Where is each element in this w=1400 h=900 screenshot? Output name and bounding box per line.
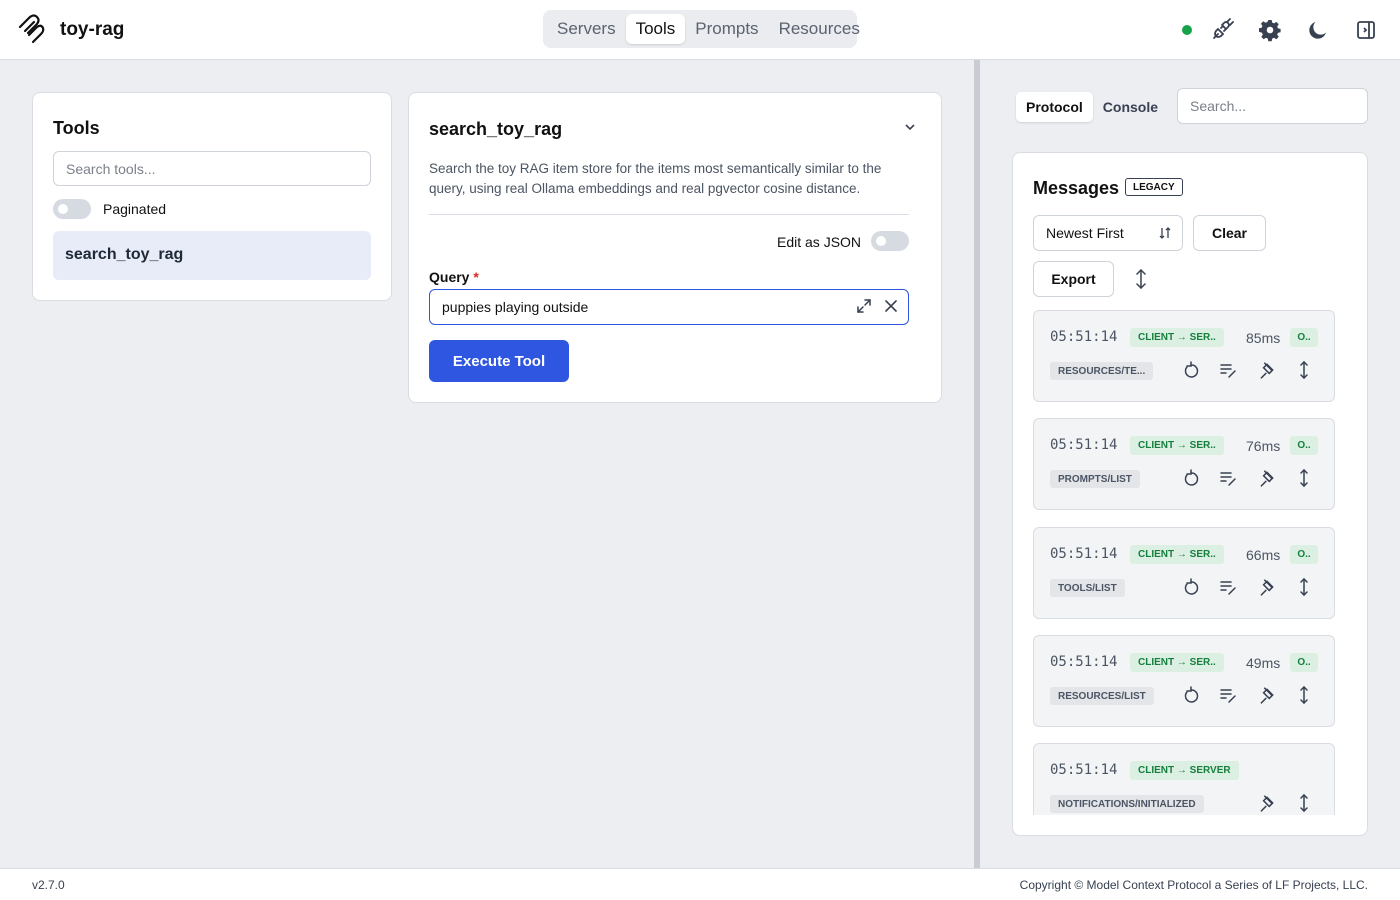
- app-title: toy-rag: [60, 19, 125, 40]
- tools-panel-title: Tools: [53, 118, 100, 138]
- message-time: 05:51:14: [1050, 329, 1118, 345]
- history-search-input[interactable]: Search...: [1177, 88, 1368, 124]
- message-item[interactable]: 05:51:14 CLIENT → SER.. 66ms O.. TOOLS/LIST: [1033, 527, 1335, 619]
- tools-panel: Tools Search tools... Paginated search_t…: [32, 92, 392, 301]
- status-badge: O..: [1290, 545, 1318, 564]
- moon-icon[interactable]: [1306, 18, 1330, 42]
- footer: v2.7.0 Copyright © Model Context Protoco…: [0, 868, 1400, 900]
- message-item[interactable]: 05:51:14 CLIENT → SER.. 49ms O.. RESOURCES/L…: [1033, 635, 1335, 727]
- pin-icon[interactable]: [1258, 361, 1276, 379]
- edit-request-icon[interactable]: [1219, 469, 1237, 487]
- message-duration: 66ms: [1246, 547, 1281, 563]
- plug-icon[interactable]: [1210, 18, 1234, 42]
- expand-message-icon[interactable]: [1295, 469, 1313, 487]
- version-label: v2.7.0: [32, 878, 65, 892]
- top-header: toy-rag Servers Tools Prompts Resources: [0, 0, 1400, 60]
- legacy-badge: LEGACY: [1125, 178, 1183, 196]
- execute-tool-button[interactable]: Execute Tool: [429, 340, 569, 382]
- pin-icon[interactable]: [1258, 578, 1276, 596]
- replay-icon[interactable]: [1181, 686, 1199, 704]
- query-label: Query *: [429, 269, 479, 285]
- method-badge: RESOURCES/TE...: [1050, 362, 1154, 380]
- clear-button[interactable]: Clear: [1193, 215, 1266, 251]
- message-item[interactable]: 05:51:14 CLIENT → SERVER NOTIFICATIONS/INI…: [1033, 743, 1335, 815]
- message-time: 05:51:14: [1050, 546, 1118, 562]
- direction-badge: CLIENT → SER..: [1130, 436, 1224, 455]
- method-badge: TOOLS/LIST: [1050, 579, 1125, 597]
- connection-status-dot: [1182, 25, 1192, 35]
- edit-json-label: Edit as JSON: [777, 234, 862, 250]
- required-marker: *: [473, 269, 479, 285]
- export-button[interactable]: Export: [1033, 261, 1114, 297]
- sort-icon: [1159, 227, 1171, 239]
- main-nav: Servers Tools Prompts Resources: [543, 10, 860, 48]
- clear-input-icon[interactable]: [883, 298, 899, 314]
- message-time: 05:51:14: [1050, 437, 1118, 453]
- message-duration: 85ms: [1246, 330, 1281, 346]
- copyright-text: Copyright © Model Context Protocol a Ser…: [1019, 878, 1368, 892]
- expand-message-icon[interactable]: [1295, 361, 1313, 379]
- expand-icon[interactable]: [856, 298, 872, 314]
- query-label-text: Query: [429, 269, 470, 285]
- edit-json-toggle[interactable]: [871, 231, 909, 251]
- message-item[interactable]: 05:51:14 CLIENT → SER.. 85ms O.. RESOURCES/T…: [1033, 310, 1335, 402]
- paginated-label: Paginated: [103, 201, 167, 217]
- message-time: 05:51:14: [1050, 762, 1118, 778]
- tab-servers[interactable]: Servers: [547, 14, 626, 44]
- message-item[interactable]: 05:51:14 CLIENT → SER.. 76ms O.. PROMPTS/LIS…: [1033, 418, 1335, 510]
- messages-title: Messages: [1033, 178, 1120, 198]
- method-badge: RESOURCES/LIST: [1050, 687, 1154, 705]
- tool-detail-panel: search_toy_rag Search the toy RAG item s…: [408, 92, 942, 403]
- direction-badge: CLIENT → SER..: [1130, 653, 1224, 672]
- history-tabs: Protocol Console: [1014, 90, 1169, 124]
- direction-badge: CLIENT → SER..: [1130, 545, 1224, 564]
- panel-toggle-icon[interactable]: [1354, 18, 1378, 42]
- method-badge: NOTIFICATIONS/INITIALIZED: [1050, 795, 1204, 813]
- pin-icon[interactable]: [1258, 469, 1276, 487]
- chevron-down-icon[interactable]: [904, 121, 916, 133]
- edit-request-icon[interactable]: [1219, 361, 1237, 379]
- tool-name-heading: search_toy_rag: [429, 119, 563, 139]
- tab-console[interactable]: Console: [1093, 92, 1168, 122]
- tab-protocol[interactable]: Protocol: [1016, 92, 1093, 122]
- replay-icon[interactable]: [1181, 361, 1199, 379]
- replay-icon[interactable]: [1181, 469, 1199, 487]
- status-badge: O..: [1290, 436, 1318, 455]
- direction-badge: CLIENT → SERVER: [1130, 761, 1239, 780]
- tab-tools[interactable]: Tools: [625, 14, 686, 44]
- message-duration: 76ms: [1246, 438, 1281, 454]
- paginated-toggle[interactable]: [53, 199, 91, 219]
- mcp-logo-icon: [18, 14, 45, 44]
- expand-all-icon[interactable]: [1134, 268, 1148, 290]
- pin-icon[interactable]: [1258, 794, 1276, 812]
- tool-description: Search the toy RAG item store for the it…: [429, 161, 882, 196]
- expand-message-icon[interactable]: [1295, 578, 1313, 596]
- method-badge: PROMPTS/LIST: [1050, 470, 1140, 488]
- edit-request-icon[interactable]: [1219, 578, 1237, 596]
- status-badge: O..: [1290, 653, 1318, 672]
- pin-icon[interactable]: [1258, 686, 1276, 704]
- tab-resources[interactable]: Resources: [769, 14, 870, 44]
- tool-list-item-label: search_toy_rag: [65, 246, 184, 263]
- description-divider: [429, 214, 909, 215]
- message-time: 05:51:14: [1050, 654, 1118, 670]
- tool-list-item[interactable]: search_toy_rag: [53, 231, 371, 280]
- expand-message-icon[interactable]: [1295, 686, 1313, 704]
- status-badge: O..: [1290, 328, 1318, 347]
- tab-prompts[interactable]: Prompts: [685, 14, 768, 44]
- search-tools-input[interactable]: Search tools...: [53, 151, 371, 186]
- replay-icon[interactable]: [1181, 578, 1199, 596]
- message-duration: 49ms: [1246, 655, 1281, 671]
- edit-request-icon[interactable]: [1219, 686, 1237, 704]
- expand-message-icon[interactable]: [1295, 794, 1313, 812]
- gear-icon[interactable]: [1258, 18, 1282, 42]
- query-input[interactable]: puppies playing outside: [429, 289, 909, 325]
- direction-badge: CLIENT → SER..: [1130, 328, 1224, 347]
